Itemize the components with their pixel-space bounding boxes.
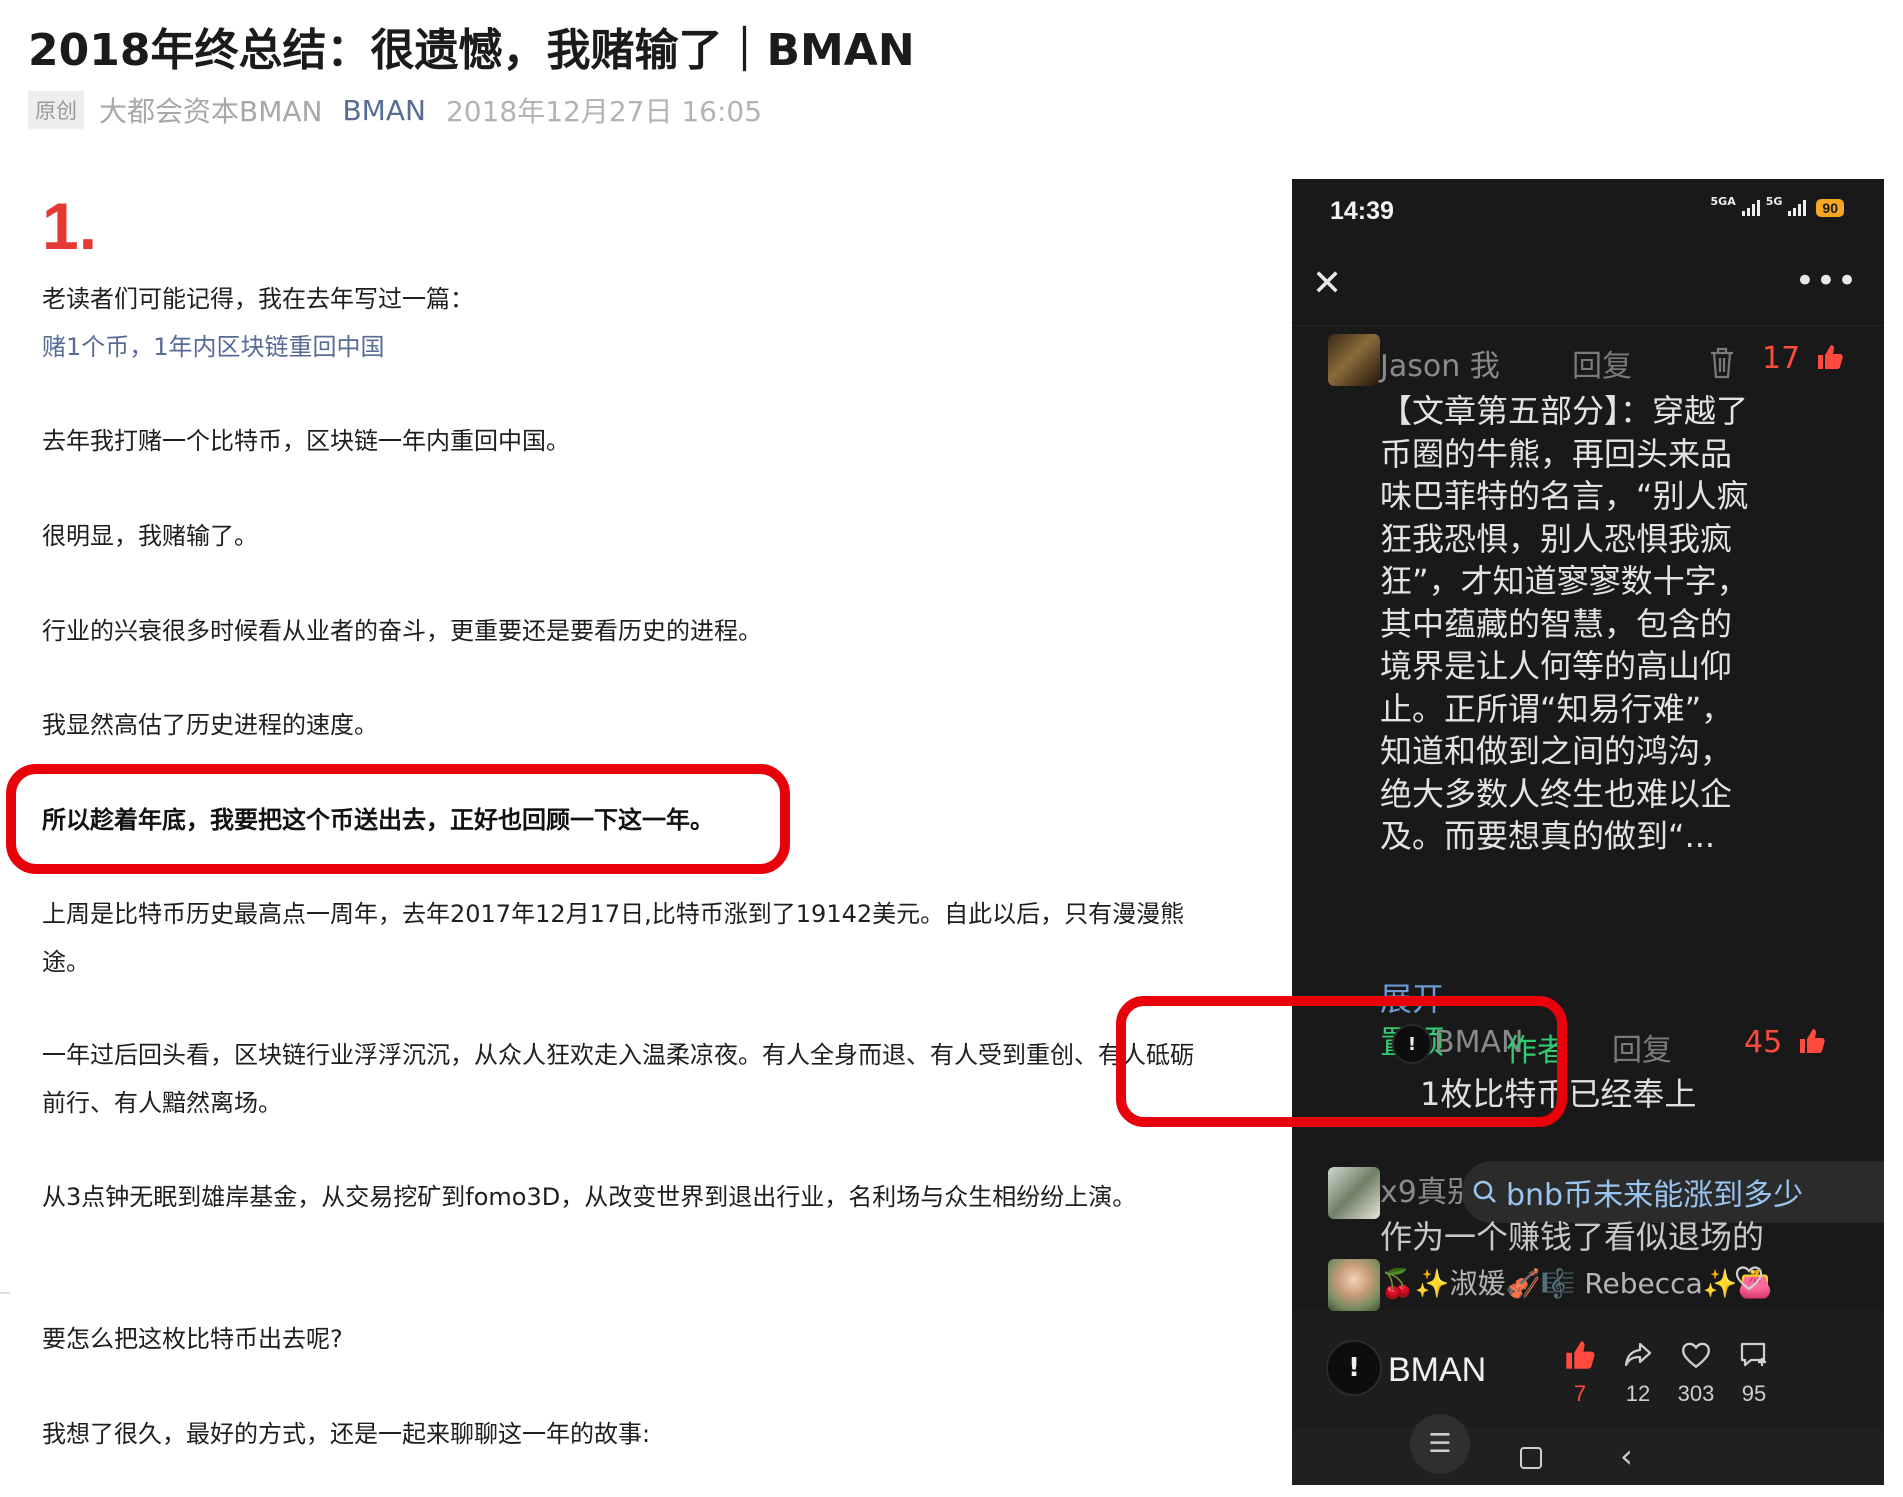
publish-date: 2018年12月27日 16:05: [445, 95, 763, 128]
favorite-count: 303: [1677, 1381, 1715, 1406]
signal-icon-2: [1788, 200, 1807, 216]
like-count-bman-value: 45: [1744, 1025, 1783, 1060]
like-count-jason-value: 17: [1762, 341, 1801, 376]
article-title: 2018年终总结：很遗憾，我赌输了｜BMAN: [28, 25, 915, 76]
like-count: 7: [1573, 1381, 1587, 1406]
thumb-up-icon-2: [1799, 1029, 1825, 1053]
account-name-bman[interactable]: BMAN: [1388, 1351, 1486, 1390]
edge-mark: [0, 1292, 10, 1294]
article-meta: 原创 大都会资本BMAN BMAN 2018年12月27日 16:05: [28, 90, 762, 130]
recent-apps-icon[interactable]: [1520, 1447, 1542, 1469]
system-nav-bar: [1292, 1429, 1884, 1485]
avatar-x9[interactable]: [1328, 1167, 1380, 1219]
menu-icon[interactable]: ☰: [1410, 1414, 1470, 1474]
comment-button[interactable]: 95: [1724, 1339, 1784, 1407]
trash-icon[interactable]: [1708, 346, 1736, 380]
original-tag: 原创: [28, 91, 84, 129]
share-icon: [1624, 1342, 1652, 1367]
comment-body-jason: 【文章第五部分】：穿越了币圈的牛熊，再回头来品味巴菲特的名言，“别人疯狂我恐惧，…: [1380, 392, 1749, 855]
favorite-button[interactable]: 303: [1666, 1339, 1726, 1407]
paragraph-1: 老读者们可能记得，我在去年写过一篇：: [42, 285, 474, 313]
paragraph-9: 从3点钟无眠到雄岸基金，从交易挖矿到fomo3D，从改变世界到退出行业，名利场与…: [42, 1183, 1137, 1211]
avatar-rebecca[interactable]: [1328, 1259, 1380, 1311]
status-time: 14:39: [1330, 197, 1394, 225]
search-suggestion-text: bnb币未来能涨到多少: [1506, 1178, 1804, 1213]
back-icon[interactable]: ‹: [1620, 1437, 1633, 1475]
highlight-box-article: [6, 764, 790, 874]
divider: [1292, 325, 1884, 326]
reply-button-jason[interactable]: 回复: [1572, 341, 1632, 385]
status-icons: 5GA 5G 90: [1711, 195, 1844, 217]
heart-icon[interactable]: [1734, 1264, 1764, 1292]
network-label-5ga: 5GA: [1710, 194, 1736, 208]
account-name: 大都会资本BMAN: [99, 95, 323, 128]
network-label-5g: 5G: [1765, 194, 1783, 208]
share-button[interactable]: 12: [1608, 1339, 1668, 1407]
avatar-bman[interactable]: !: [1326, 1340, 1382, 1396]
signal-icon: [1741, 200, 1760, 216]
battery-icon: 90: [1816, 199, 1844, 217]
article-link[interactable]: 赌1个币，1年内区块链重回中国: [42, 323, 1202, 371]
reply-button-bman[interactable]: 回复: [1612, 1025, 1672, 1069]
heart-icon-2: [1682, 1342, 1710, 1369]
search-icon: [1473, 1180, 1496, 1203]
avatar-jason[interactable]: [1328, 334, 1380, 386]
share-count: 12: [1625, 1381, 1651, 1406]
thumb-up-icon-3: [1566, 1341, 1595, 1369]
close-icon[interactable]: ✕: [1312, 264, 1342, 304]
comment-body-x9: 作为一个赚钱了看似退场的: [1380, 1218, 1765, 1256]
commenter-name-jason[interactable]: Jason 我: [1380, 341, 1500, 385]
like-button[interactable]: 7: [1550, 1339, 1610, 1407]
comment-add-icon: [1740, 1342, 1766, 1367]
more-icon[interactable]: •••: [1795, 261, 1858, 301]
paragraph-10: 要怎么把这枚比特币出去呢?: [42, 1325, 343, 1353]
like-count-bman[interactable]: 45: [1744, 1025, 1826, 1060]
author-link[interactable]: BMAN: [342, 94, 425, 127]
paragraph-5: 我显然高估了历史进程的速度。: [42, 711, 378, 739]
like-count-jason[interactable]: 17: [1762, 341, 1844, 376]
paragraph-3: 很明显，我赌输了。: [42, 522, 258, 550]
paragraph-4: 行业的兴衰很多时候看从业者的奋斗，更重要还是要看历史的进程。: [42, 617, 762, 645]
article: 2018年终总结：很遗憾，我赌输了｜BMAN 原创 大都会资本BMAN BMAN…: [0, 0, 1260, 1497]
section-number: 1.: [42, 189, 98, 263]
comment-count: 95: [1741, 1381, 1767, 1406]
paragraph-2: 去年我打赌一个比特币，区块链一年内重回中国。: [42, 427, 570, 455]
phone-screenshot: 14:39 5GA 5G 90 ✕ ••• Jason 我 回复 17 【文章第…: [1292, 179, 1884, 1485]
commenter-name-rebecca[interactable]: 🍒✨淑媛🎻🎼 Rebecca✨👛: [1380, 1262, 1772, 1302]
highlight-box-phone: [1116, 996, 1567, 1127]
paragraph-11: 我想了很久，最好的方式，还是一起来聊聊这一年的故事:: [42, 1420, 651, 1448]
paragraph-8: 一年过后回头看，区块链行业浮浮沉沉，从众人狂欢走入温柔凉夜。有人全身而退、有人受…: [42, 1041, 1194, 1117]
paragraph-7: 上周是比特币历史最高点一周年，去年2017年12月17日,比特币涨到了19142…: [42, 900, 1185, 976]
thumb-up-icon: [1817, 345, 1843, 369]
